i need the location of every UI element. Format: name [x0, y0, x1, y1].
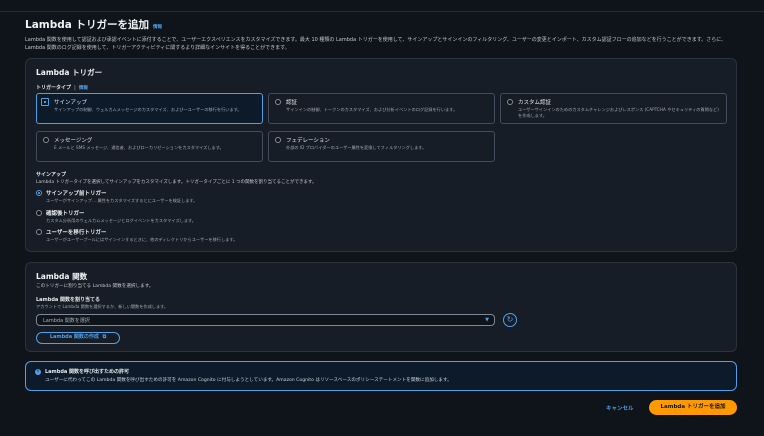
- refresh-icon: ↻: [506, 315, 514, 324]
- cancel-button[interactable]: キャンセル: [606, 404, 634, 412]
- radio-icon[interactable]: [275, 99, 281, 105]
- trigger-card-title: 認証: [286, 100, 298, 106]
- radio-selected-icon[interactable]: [36, 190, 42, 196]
- signup-section-title: サインアップ: [36, 172, 67, 178]
- trigger-card-custom-auth[interactable]: カスタム認証 ユーザーサインインのためのカスタムチャレンジおよびレスポンス (C…: [500, 93, 727, 124]
- trigger-card-title: フェデレーション: [286, 138, 330, 144]
- alert-title: Lambda 関数を呼び出すための許可: [45, 369, 130, 375]
- trigger-card-federation[interactable]: フェデレーション 外部の ID プロバイダーのユーザー属性を変換してフィルタリン…: [268, 131, 495, 162]
- option-desc: カスタム分析用のウェルカムメッセージとログイベントをカスタマイズします。: [46, 218, 196, 223]
- trigger-card-title: サインアップ: [54, 100, 88, 106]
- trigger-panel: Lambda トリガー トリガータイプ | 情報 サインアップ サインアップの制御、…: [25, 58, 737, 252]
- alert-text: ユーザーに代わってこの Lambda 関数を呼び出すための許可を Amazon …: [45, 378, 452, 383]
- option-pre-signup[interactable]: サインアップ前トリガー ユーザーがサインアップ… 属性をカスタマイズするとにユー…: [36, 189, 197, 204]
- radio-icon[interactable]: [36, 210, 42, 216]
- info-link[interactable]: 情報: [153, 24, 162, 30]
- option-migrate-user[interactable]: ユーザーを移行トリガー ユーザーがユーザープールにはサインインするときに、他のデ…: [36, 228, 237, 243]
- radio-icon[interactable]: [275, 137, 281, 143]
- trigger-card-title: カスタム認証: [518, 100, 552, 106]
- trigger-type-label: トリガータイプ | 情報: [36, 85, 88, 91]
- signup-section-desc: Lambda トリガータイプを選択してサインアップをカスタマイズします。トリガー…: [36, 180, 317, 185]
- radio-icon[interactable]: [36, 229, 42, 235]
- option-desc: ユーザーがユーザープールにはサインインするときに、他のディレクトリからユーザーを…: [46, 237, 238, 242]
- info-icon: i: [35, 369, 41, 375]
- external-link-icon: ⧉: [102, 334, 107, 340]
- trigger-card-desc: ユーザーサインインのためのカスタムチャレンジおよびレスポンス (CAPTCHA …: [518, 107, 719, 118]
- function-panel-desc: このトリガーに割り当てる Lambda 関数を選択します。: [36, 284, 154, 289]
- radio-icon[interactable]: [43, 137, 49, 143]
- create-function-button[interactable]: Lambda 関数の作成 ⧉: [36, 332, 120, 344]
- refresh-button[interactable]: ↻: [503, 313, 517, 327]
- add-trigger-button[interactable]: Lambda トリガーを追加: [649, 400, 737, 415]
- option-post-confirmation[interactable]: 確認後トリガー カスタム分析用のウェルカムメッセージとログイベントをカスタマイズ…: [36, 209, 196, 224]
- assign-function-desc: アカウントで Lambda 関数を選択するか、新しい関数を作成します。: [36, 304, 169, 309]
- caret-down-icon: ▼: [485, 317, 489, 323]
- trigger-card-desc: サインアップの制御、ウェルカムメッセージのカスタマイズ、および一ユーザーの移行を…: [54, 107, 242, 112]
- trigger-card-desc: 外部の ID プロバイダーのユーザー属性を変換してフィルタリングします。: [286, 145, 427, 150]
- permission-alert: i Lambda 関数を呼び出すための許可 ユーザーに代わってこの Lambda…: [25, 361, 737, 391]
- page-title: Lambda トリガーを追加: [25, 19, 149, 31]
- trigger-card-messaging[interactable]: メッセージング E メールと SMS メッセージ、通信者、およびローカリゼーショ…: [36, 131, 263, 162]
- function-panel: Lambda 関数 このトリガーに割り当てる Lambda 関数を選択します。 …: [25, 262, 737, 352]
- function-panel-title: Lambda 関数: [36, 272, 88, 281]
- trigger-card-title: メッセージング: [54, 138, 93, 144]
- radio-icon[interactable]: [507, 99, 513, 105]
- option-title: ユーザーを移行トリガー: [46, 230, 107, 236]
- page-header: Lambda トリガーを追加 情報 Lambda 関数を使用して認証および承認イ…: [25, 17, 740, 52]
- trigger-card-desc: E メールと SMS メッセージ、通信者、およびローカリゼーションをカスタマイズ…: [54, 145, 224, 150]
- lambda-function-select[interactable]: Lambda 関数を選択 ▼: [36, 314, 495, 326]
- top-bar: [0, 0, 764, 12]
- trigger-type-info-link[interactable]: 情報: [79, 86, 88, 91]
- radio-selected-icon[interactable]: [41, 98, 49, 106]
- option-title: 確認後トリガー: [46, 211, 85, 217]
- trigger-card-desc: サインインの制御、トークンのカスタマイズ、および分析イベントのログ記録を行います…: [286, 107, 458, 112]
- trigger-card-signup[interactable]: サインアップ サインアップの制御、ウェルカムメッセージのカスタマイズ、および一ユ…: [36, 93, 263, 124]
- select-placeholder: Lambda 関数を選択: [43, 318, 90, 324]
- assign-function-label: Lambda 関数を割り当てる: [36, 297, 101, 303]
- page-description: Lambda 関数を使用して認証および承認イベントに添付することで、ユーザーエク…: [25, 37, 727, 51]
- option-desc: ユーザーがサインアップ… 属性をカスタマイズするとにユーザーを検証します。: [46, 198, 198, 203]
- trigger-panel-title: Lambda トリガー: [36, 68, 103, 77]
- option-title: サインアップ前トリガー: [46, 191, 107, 197]
- trigger-card-auth[interactable]: 認証 サインインの制御、トークンのカスタマイズ、および分析イベントのログ記録を行…: [268, 93, 495, 124]
